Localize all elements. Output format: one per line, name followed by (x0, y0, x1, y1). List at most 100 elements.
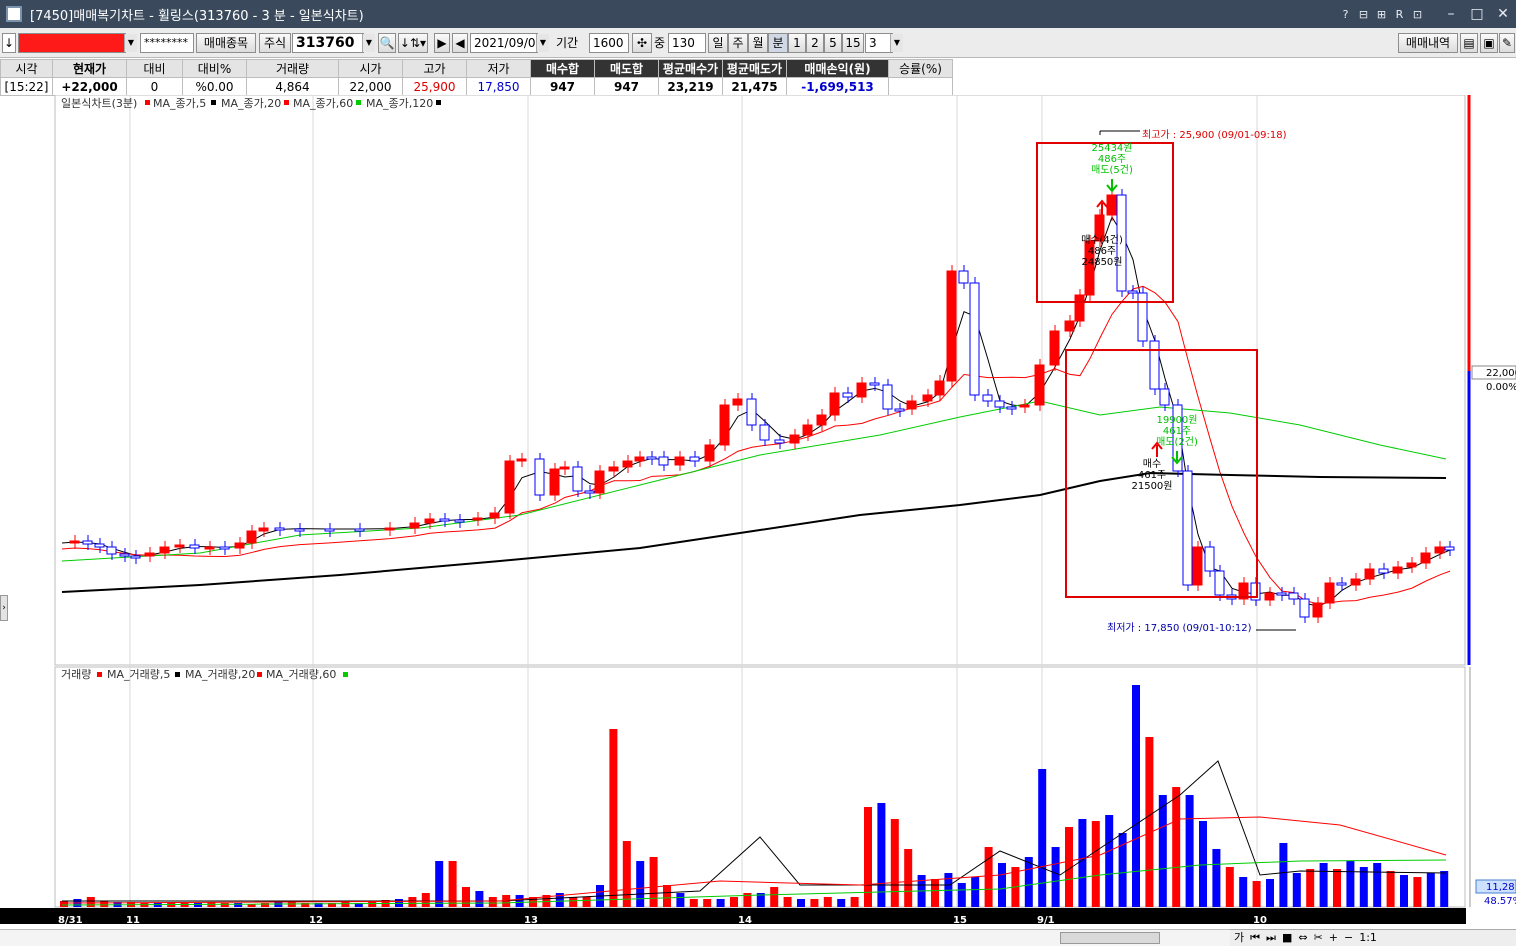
control-zoom-in-icon[interactable]: + (1329, 930, 1338, 946)
refresh-icon[interactable]: R (1392, 8, 1407, 21)
volume-bar-57 (823, 897, 832, 907)
volume-bar-13 (234, 903, 243, 907)
control-first-icon[interactable]: ⏮ (1250, 930, 1260, 946)
hdr-current-price: 현재가 (52, 59, 127, 78)
account-dropdown-icon[interactable]: ▼ (124, 34, 137, 52)
sort-order-icon[interactable]: ↓⇅▾ (398, 33, 428, 53)
chart-canvas[interactable]: 일본식차트(3분) MA_종가,5 MA_종가,20 MA_종가,60 MA_종… (0, 95, 1516, 946)
date-dropdown-icon[interactable]: ▼ (536, 34, 549, 52)
candle-body-90 (1299, 598, 1310, 618)
play-back-icon[interactable]: ◀ (452, 33, 468, 53)
volume-bar-99 (1386, 871, 1395, 907)
candle-body-93 (1336, 582, 1347, 586)
password-field[interactable]: ******** (140, 33, 194, 53)
val-buy-total: 947 (530, 77, 595, 96)
save-icon[interactable]: ▣ (1480, 33, 1498, 53)
control-last-icon[interactable]: ⏭ (1266, 930, 1276, 946)
volume-bar-53 (770, 887, 779, 907)
volume-bar-30 (462, 887, 470, 907)
legend-ma20-swatch (211, 100, 216, 105)
volume-panel[interactable] (54, 666, 1466, 908)
candle-body-101 (1444, 546, 1455, 551)
candle-body-96 (1378, 568, 1389, 574)
app-icon (6, 6, 22, 22)
chart-area[interactable]: 일본식차트(3분) MA_종가,5 MA_종가,20 MA_종가,60 MA_종… (0, 95, 1516, 946)
close-icon[interactable]: ✕ (1490, 6, 1516, 22)
candle-body-6 (130, 555, 141, 559)
candle-body-65 (1006, 406, 1017, 410)
maximize-icon[interactable]: □ (1464, 6, 1490, 22)
volume-bar-88 (1239, 877, 1248, 907)
period-day-button[interactable]: 일 (708, 33, 728, 53)
volume-bar-43 (636, 861, 645, 907)
minute-dropdown-icon[interactable]: ▼ (890, 34, 903, 52)
legend-ma120: MA_종가,120 (366, 97, 433, 110)
maximize-pane-icon[interactable]: ⊞ (1374, 8, 1389, 21)
stock-code-dropdown-icon[interactable]: ▼ (362, 34, 375, 52)
trade-items-button[interactable]: 매매종목 (196, 33, 256, 53)
date-input[interactable]: 2021/09/01 (470, 33, 538, 53)
candle-body-17 (294, 528, 305, 532)
period-month-button[interactable]: 월 (748, 33, 768, 53)
volume-bar-10 (194, 903, 202, 907)
folder-icon[interactable]: ▤ (1460, 33, 1478, 53)
candle-body-23 (439, 518, 450, 522)
control-cut-icon[interactable]: ✂ (1314, 930, 1323, 946)
current-pct-tag-text: 0.00% (1486, 382, 1516, 393)
candle-body-39 (658, 456, 669, 466)
volume-bar-86 (1212, 849, 1221, 907)
count-label: 중 (654, 36, 666, 50)
sell1-price: 25434원 (1091, 142, 1132, 154)
minimize-pane-icon[interactable]: ⊟ (1356, 8, 1371, 21)
candle-body-4 (106, 546, 117, 555)
control-stop-icon[interactable]: ■ (1282, 930, 1292, 946)
restore-pane-icon[interactable]: ⊡ (1410, 8, 1425, 21)
sort-arrow-icon[interactable]: ↓ (2, 33, 16, 53)
trade-history-button[interactable]: 매매내역 (1398, 33, 1458, 53)
legend-vol-ma60-swatch (343, 672, 348, 677)
minimize-icon[interactable]: – (1438, 6, 1464, 22)
volume-bar-69 (984, 847, 993, 907)
period-minute-button[interactable]: 분 (768, 33, 788, 53)
candle-body-44 (732, 398, 743, 406)
control-label-icon[interactable]: 가 (1234, 930, 1244, 946)
candle-body-53 (856, 382, 867, 398)
minute-5-button[interactable]: 5 (824, 33, 842, 53)
sell2-label: 매도(2건) (1156, 436, 1198, 448)
stock-code-input[interactable]: 313760 (292, 33, 364, 53)
val-sell-total: 947 (594, 77, 659, 96)
crosshair-icon[interactable]: ✣ (632, 33, 652, 53)
hdr-high: 고가 (402, 59, 467, 78)
volume-bar-38 (569, 897, 578, 907)
control-zoom-out-icon[interactable]: − (1344, 930, 1353, 946)
candle-body-24 (454, 519, 465, 523)
account-select-redacted[interactable] (18, 33, 126, 53)
candle-body-88 (1276, 592, 1287, 596)
volume-bar-100 (1400, 875, 1408, 907)
control-ratio-icon[interactable]: 1:1 (1359, 930, 1377, 946)
candle-body-69 (1064, 320, 1075, 332)
candle-body-9 (174, 544, 185, 548)
val-open: 22,000 (338, 77, 403, 96)
candle-body-50 (816, 414, 827, 426)
minute-1-button[interactable]: 1 (788, 33, 806, 53)
count-input[interactable]: 130 (668, 33, 706, 53)
candle-body-14 (246, 530, 257, 544)
volume-bar-92 (1292, 873, 1301, 907)
help-icon[interactable]: ? (1338, 8, 1353, 21)
horizontal-scrollbar[interactable] (0, 929, 1230, 946)
candle-body-63 (982, 394, 993, 402)
control-fit-icon[interactable]: ⇔ (1298, 930, 1307, 946)
panel-expand-handle[interactable]: › (0, 595, 8, 621)
minute-2-button[interactable]: 2 (806, 33, 824, 53)
volume-bar-68 (971, 877, 980, 907)
settings-icon[interactable]: ✎ (1499, 33, 1515, 53)
minute-15-button[interactable]: 15 (842, 33, 864, 53)
market-type-button[interactable]: 주식 (259, 33, 291, 53)
scrollbar-thumb[interactable] (1060, 932, 1160, 944)
play-forward-icon[interactable]: ▶ (434, 33, 450, 53)
period-week-button[interactable]: 주 (728, 33, 748, 53)
period-input[interactable]: 1600 (589, 33, 629, 53)
minute-custom-input[interactable]: 3 (865, 33, 893, 53)
search-icon[interactable]: 🔍 (378, 33, 396, 53)
